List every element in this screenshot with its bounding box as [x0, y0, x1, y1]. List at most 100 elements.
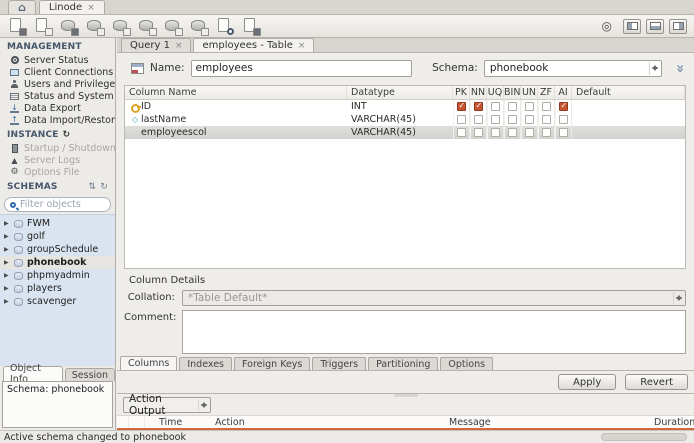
schema-item-phonebook[interactable]: ▶ phonebook [0, 256, 115, 269]
new-query-tab-icon[interactable] [7, 17, 27, 36]
schema-filter-box[interactable] [4, 197, 111, 212]
bin-checkbox[interactable] [508, 115, 517, 124]
tab-query-1[interactable]: Query 1 × [121, 38, 192, 52]
open-sql-script-icon[interactable] [33, 17, 53, 36]
spinner-icon[interactable] [648, 61, 660, 75]
ai-checkbox[interactable] [559, 128, 568, 137]
create-table-icon[interactable] [85, 17, 105, 36]
sidebar-item-status-system-variables[interactable]: Status and System Variables [0, 90, 115, 102]
search-table-data-icon[interactable] [215, 17, 234, 35]
schema-item-golf[interactable]: ▶ golf [0, 230, 115, 243]
schema-item-scavenger[interactable]: ▶ scavenger [0, 295, 115, 308]
toggle-bottom-panel-button[interactable] [646, 18, 664, 34]
header-ai[interactable]: AI [555, 86, 572, 99]
spinner-icon[interactable] [198, 398, 209, 411]
header-zf[interactable]: ZF [538, 86, 555, 99]
un-checkbox[interactable] [525, 102, 534, 111]
tab-options[interactable]: Options [440, 357, 494, 370]
tab-partitioning[interactable]: Partitioning [368, 357, 439, 370]
table-name-input[interactable] [190, 59, 413, 77]
revert-button[interactable]: Revert [625, 374, 688, 390]
header-column-name[interactable]: Column Name [125, 86, 347, 99]
expander-icon[interactable]: ▶ [4, 233, 10, 240]
tab-foreign-keys[interactable]: Foreign Keys [234, 357, 311, 370]
collapse-chevrons-icon[interactable]: » [672, 64, 688, 72]
create-function-icon[interactable] [163, 17, 183, 36]
header-nn[interactable]: NN [470, 86, 487, 99]
comment-input[interactable] [182, 310, 686, 354]
bin-checkbox[interactable] [508, 102, 517, 111]
sidebar-item-data-export[interactable]: ↓ Data Export [0, 102, 115, 114]
expander-icon[interactable]: ▶ [4, 285, 10, 292]
un-checkbox[interactable] [525, 128, 534, 137]
un-checkbox[interactable] [525, 115, 534, 124]
nn-checkbox[interactable] [474, 115, 483, 124]
tab-indexes[interactable]: Indexes [179, 357, 232, 370]
sidebar-item-server-status[interactable]: Server Status [0, 54, 115, 66]
pk-checkbox[interactable] [457, 101, 466, 111]
sidebar-item-users-privileges[interactable]: Users and Privileges [0, 78, 115, 90]
header-datatype[interactable]: Datatype [347, 86, 453, 99]
close-icon[interactable]: × [298, 41, 306, 51]
schema-select[interactable]: phonebook [483, 59, 662, 77]
output-selector[interactable]: Action Output [123, 394, 211, 417]
zf-checkbox[interactable] [542, 102, 551, 111]
zf-checkbox[interactable] [542, 128, 551, 137]
create-schema-icon[interactable] [59, 17, 79, 36]
ai-checkbox[interactable] [559, 115, 568, 124]
tab-employees-table[interactable]: employees - Table × [193, 38, 315, 52]
expander-icon[interactable]: ▶ [4, 272, 10, 279]
uq-checkbox[interactable] [491, 102, 500, 111]
create-event-icon[interactable] [189, 17, 209, 36]
header-duration-fetch[interactable]: Duration / Fetch [654, 417, 694, 428]
bin-checkbox[interactable] [508, 128, 517, 137]
header-message[interactable]: Message [449, 417, 654, 428]
apply-button[interactable]: Apply [558, 374, 617, 390]
nn-checkbox[interactable] [474, 128, 483, 137]
pk-checkbox[interactable] [457, 115, 466, 124]
create-view-icon[interactable] [111, 17, 131, 36]
collation-select[interactable]: *Table Default* [182, 290, 686, 306]
schema-item-groupschedule[interactable]: ▶ groupSchedule [0, 243, 115, 256]
create-procedure-icon[interactable] [137, 17, 157, 36]
expander-icon[interactable]: ▶ [4, 220, 10, 227]
ai-checkbox[interactable] [559, 101, 568, 111]
close-icon[interactable]: × [175, 41, 183, 51]
sidebar-item-server-logs[interactable]: ▲ Server Logs [0, 154, 115, 166]
schema-item-players[interactable]: ▶ players [0, 282, 115, 295]
zf-checkbox[interactable] [542, 115, 551, 124]
header-bin[interactable]: BIN [504, 86, 521, 99]
sidebar-item-client-connections[interactable]: Client Connections [0, 66, 115, 78]
horizontal-scrollbar-thumb[interactable] [601, 433, 687, 441]
connection-tab-linode[interactable]: Linode × [38, 0, 105, 14]
header-action[interactable]: Action [215, 417, 449, 428]
expander-icon[interactable]: ▶ [4, 246, 10, 253]
toggle-left-panel-button[interactable] [623, 18, 641, 34]
pk-checkbox[interactable] [457, 128, 466, 137]
expand-collapse-icon[interactable]: ⇅ [89, 182, 97, 192]
schema-item-fwm[interactable]: ▶ FWM [0, 217, 115, 230]
uq-checkbox[interactable] [491, 115, 500, 124]
sidebar-item-options-file[interactable]: ⚙ Options File [0, 166, 115, 178]
header-pk[interactable]: PK [453, 86, 470, 99]
tab-triggers[interactable]: Triggers [312, 357, 367, 370]
expander-icon[interactable]: ▶ [4, 298, 10, 305]
close-icon[interactable]: × [87, 3, 95, 13]
schema-filter-input[interactable] [20, 199, 100, 210]
tab-columns[interactable]: Columns [120, 356, 178, 370]
plugins-icon[interactable] [241, 17, 261, 36]
sidebar-item-data-import-restore[interactable]: ↑ Data Import/Restore [0, 114, 115, 126]
header-un[interactable]: UN [521, 86, 538, 99]
target-circle-icon[interactable]: ◎ [602, 19, 612, 33]
header-time[interactable]: Time [145, 417, 215, 428]
splitter-grip[interactable] [393, 394, 418, 397]
uq-checkbox[interactable] [491, 128, 500, 137]
refresh-schemas-icon[interactable]: ↻ [100, 182, 108, 192]
sidebar-item-startup-shutdown[interactable]: Startup / Shutdown [0, 142, 115, 154]
header-uq[interactable]: UQ [487, 86, 504, 99]
home-tab[interactable]: ⌂ [8, 0, 36, 14]
header-default[interactable]: Default [572, 86, 685, 99]
nn-checkbox[interactable] [474, 101, 483, 111]
tab-session[interactable]: Session [64, 368, 115, 381]
expander-icon[interactable]: ▶ [4, 259, 10, 266]
